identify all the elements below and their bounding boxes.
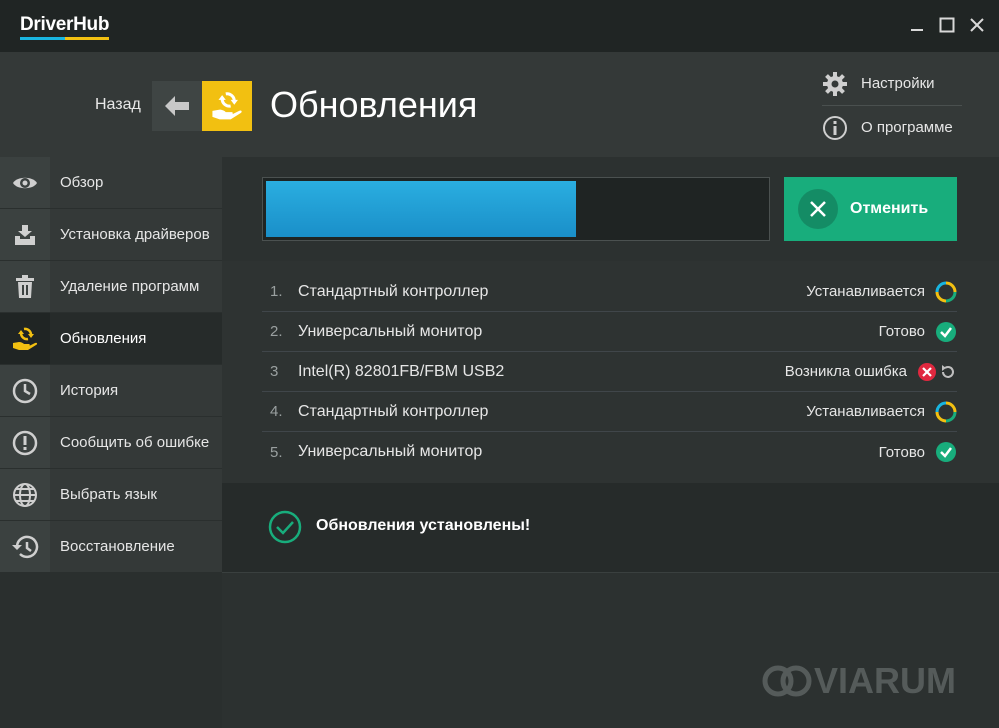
spinner-icon (935, 281, 957, 302)
row-number: 4. (270, 403, 283, 420)
check-icon (936, 442, 956, 462)
row-driver-name: Универсальный монитор (298, 322, 483, 340)
sidebar: Назад Обзор Установка драйверов Удаление… (0, 52, 222, 728)
check-icon (936, 321, 956, 342)
cancel-label: Отменить (850, 200, 929, 217)
row-driver-name: Универсальный монитор (298, 443, 483, 460)
content-empty-area (222, 572, 999, 728)
sidebar-item-updates[interactable]: Обновления (0, 313, 222, 365)
maximize-button[interactable] (936, 14, 958, 36)
row-status-icons (935, 441, 957, 463)
update-hand-icon (13, 327, 38, 350)
maximize-icon (939, 17, 955, 33)
settings-link[interactable]: Настройки (822, 62, 992, 105)
sidebar-item-label: История (60, 381, 119, 399)
title-bar: DriverHub (0, 0, 999, 52)
row-status: Устанавливается (806, 403, 925, 420)
row-status-icons (935, 281, 957, 303)
row-status: Готово (878, 443, 925, 461)
watermark-logo-icon (762, 665, 812, 697)
progress-fill (266, 181, 576, 237)
row-number: 3 (270, 363, 279, 380)
info-icon (823, 115, 847, 140)
update-hand-icon (212, 92, 242, 120)
update-row: 4. Стандартный контроллер Устанавливается (262, 392, 957, 432)
sidebar-item-label: Установка драйверов (60, 225, 210, 243)
update-row: 1. Стандартный контроллер Устанавливается (262, 272, 957, 312)
row-number: 1. (270, 283, 283, 300)
top-links: Настройки О программе (822, 62, 992, 149)
settings-label: Настройки (861, 75, 935, 92)
row-number: 2. (270, 323, 283, 340)
about-link[interactable]: О программе (822, 106, 992, 149)
sidebar-item-install-drivers[interactable]: Установка драйверов (0, 209, 222, 261)
close-button[interactable] (966, 14, 988, 36)
sidebar-item-label: Обзор (60, 173, 104, 191)
gear-icon (823, 71, 847, 96)
logo-underline (20, 37, 109, 40)
minimize-icon (911, 29, 923, 31)
eye-icon (13, 177, 37, 188)
row-status-icons (917, 362, 957, 382)
row-number: 5. (270, 443, 283, 461)
minimize-button[interactable] (906, 14, 928, 36)
row-status: Возникла ошибка (784, 363, 907, 380)
watermark-text: VIARUM (814, 660, 956, 701)
check-circle-icon (268, 510, 302, 544)
row-driver-name: Стандартный контроллер (298, 402, 489, 420)
sidebar-item-history[interactable]: История (0, 365, 222, 417)
row-driver-name: Стандартный контроллер (298, 282, 489, 300)
sidebar-item-uninstall[interactable]: Удаление программ (0, 261, 222, 313)
updates-list: 1. Стандартный контроллер Устанавливается 2… (262, 272, 957, 472)
watermark: VIARUM (762, 660, 956, 702)
sidebar-item-label: Обновления (60, 329, 147, 347)
exclamation-icon (12, 430, 38, 455)
sidebar-item-report-error[interactable]: Сообщить об ошибке (0, 417, 222, 469)
row-status: Готово (878, 323, 925, 340)
sidebar-item-restore[interactable]: Восстановление (0, 521, 222, 573)
row-status: Устанавливается (806, 283, 925, 300)
globe-icon (13, 482, 37, 507)
install-drivers-icon (15, 224, 35, 245)
sidebar-item-language[interactable]: Выбрать язык (0, 469, 222, 521)
update-row: 5. Универсальный монитор Готово (262, 432, 957, 472)
error-icon (918, 362, 936, 381)
sidebar-item-label: Восстановление (60, 537, 175, 555)
arrow-left-icon (165, 96, 189, 116)
trash-icon (16, 274, 34, 298)
sidebar-item-label: Выбрать язык (60, 485, 157, 503)
about-label: О программе (861, 119, 953, 136)
done-message: Обновления установлены! (316, 517, 531, 534)
sidebar-item-label: Сообщить об ошибке (60, 433, 210, 451)
update-row: 3 Intel(R) 82801FB/FBM USB2 Возникла ошибк… (262, 352, 957, 392)
page-title: Обновления (270, 84, 478, 125)
sidebar-nav: Обзор Установка драйверов Удаление прогр… (0, 157, 222, 573)
app-window: DriverHub Назад Обзор Установка драйверо… (0, 0, 999, 728)
app-logo: DriverHub (20, 14, 110, 35)
close-icon (970, 18, 984, 32)
done-icon-wrap (268, 510, 302, 549)
row-status-icons (935, 401, 957, 423)
progress-bar (262, 177, 770, 241)
row-driver-name: Intel(R) 82801FB/FBM USB2 (298, 362, 505, 380)
restore-icon (12, 535, 39, 558)
row-status-icons (935, 321, 957, 343)
clock-icon (12, 378, 38, 403)
back-label[interactable]: Назад (95, 96, 141, 114)
retry-icon[interactable] (939, 363, 957, 381)
sidebar-item-overview[interactable]: Обзор (0, 157, 222, 209)
sidebar-item-label: Удаление программ (60, 277, 200, 295)
cancel-button[interactable]: Отменить (784, 177, 957, 241)
back-area: Назад (0, 52, 222, 157)
x-icon (810, 201, 826, 217)
back-button[interactable] (152, 81, 202, 131)
spinner-icon (935, 401, 957, 422)
page-icon (202, 81, 252, 131)
update-row: 2. Универсальный монитор Готово (262, 312, 957, 352)
